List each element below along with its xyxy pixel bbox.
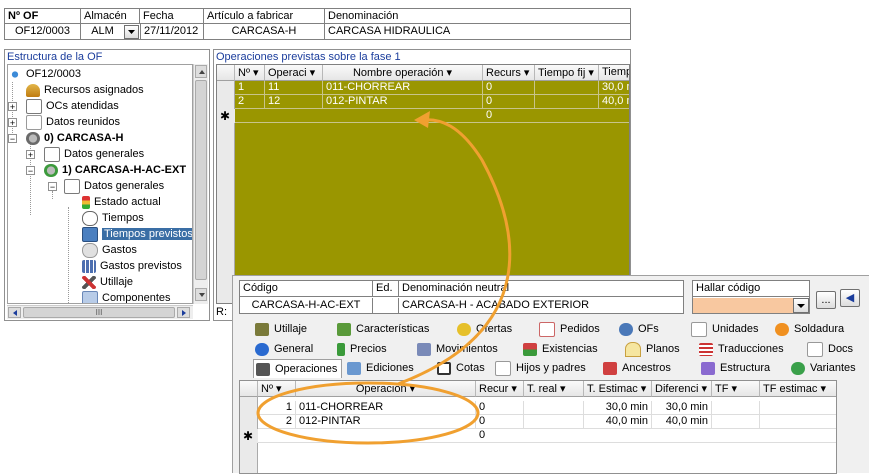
highlight-annotation bbox=[256, 111, 512, 445]
highlight-arrowhead bbox=[414, 111, 430, 128]
highlight-connector-curve bbox=[397, 118, 512, 386]
highlight-ellipse bbox=[256, 381, 480, 445]
